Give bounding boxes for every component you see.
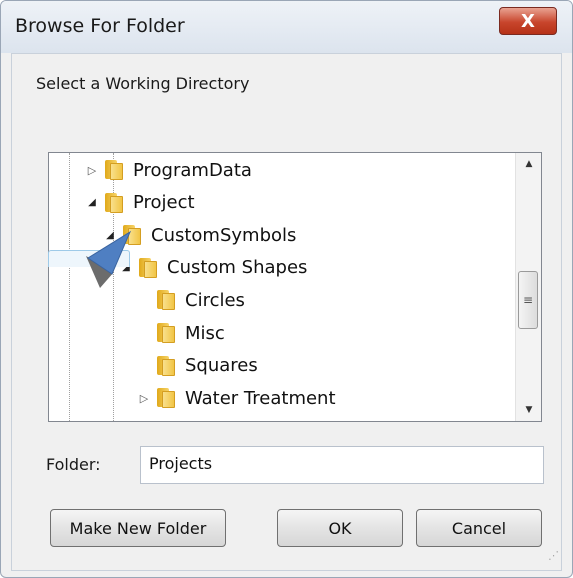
tree-item-label: CustomSymbols [151,224,297,246]
window-title: Browse For Folder [15,15,185,37]
tree-item-label: Custom Shapes [167,257,308,279]
folder-icon [155,355,177,376]
tree-item[interactable]: ▷ Water Treatment [137,383,336,413]
tree-item[interactable]: Misc [137,318,225,348]
ok-button[interactable]: OK [277,509,403,547]
tree-item[interactable]: Squares [137,351,258,381]
tree-item-label: Circles [185,289,245,311]
folder-icon [155,323,177,343]
tree-item-label: Water Treatment [185,387,336,409]
expand-arrow-icon[interactable]: ▷ [137,392,151,405]
folder-input[interactable] [140,446,544,484]
tree-line [69,153,71,421]
folder-icon [137,257,159,278]
tree-item-label: ProgramData [133,159,252,181]
tree-item-label: Misc [185,322,225,344]
folder-icon [103,192,125,213]
make-new-folder-button[interactable]: Make New Folder [50,509,226,547]
tree-item-label: Squares [185,355,258,377]
collapse-arrow-icon[interactable]: ◢ [85,197,99,208]
tree-item[interactable]: ▷ ProgramData [85,155,252,185]
mouse-cursor-icon [86,230,132,288]
close-button[interactable]: X [499,7,557,35]
tree-item-label: Project [133,192,195,214]
resize-grip-icon[interactable]: ⋰ [548,548,564,564]
cancel-button[interactable]: Cancel [416,509,542,547]
dialog-prompt: Select a Working Directory [36,74,250,93]
scroll-thumb[interactable]: ≡ [518,271,538,329]
tree-item[interactable]: ◢ Project [85,188,195,218]
scroll-down-button[interactable]: ▼ [516,399,541,421]
tree-item[interactable]: Circles [137,285,245,315]
title-bar[interactable]: Browse For Folder X [1,1,572,53]
close-icon: X [521,10,535,32]
expand-arrow-icon[interactable]: ▷ [85,164,99,177]
tree-item[interactable]: ◢ Custom Shapes [119,253,307,283]
folder-icon [155,388,177,409]
tree-scrollbar[interactable]: ▲ ≡ ▼ [515,153,541,421]
folder-icon [155,290,177,311]
folder-label: Folder: [46,455,101,474]
scroll-up-button[interactable]: ▲ [516,153,541,175]
folder-icon [103,160,125,180]
